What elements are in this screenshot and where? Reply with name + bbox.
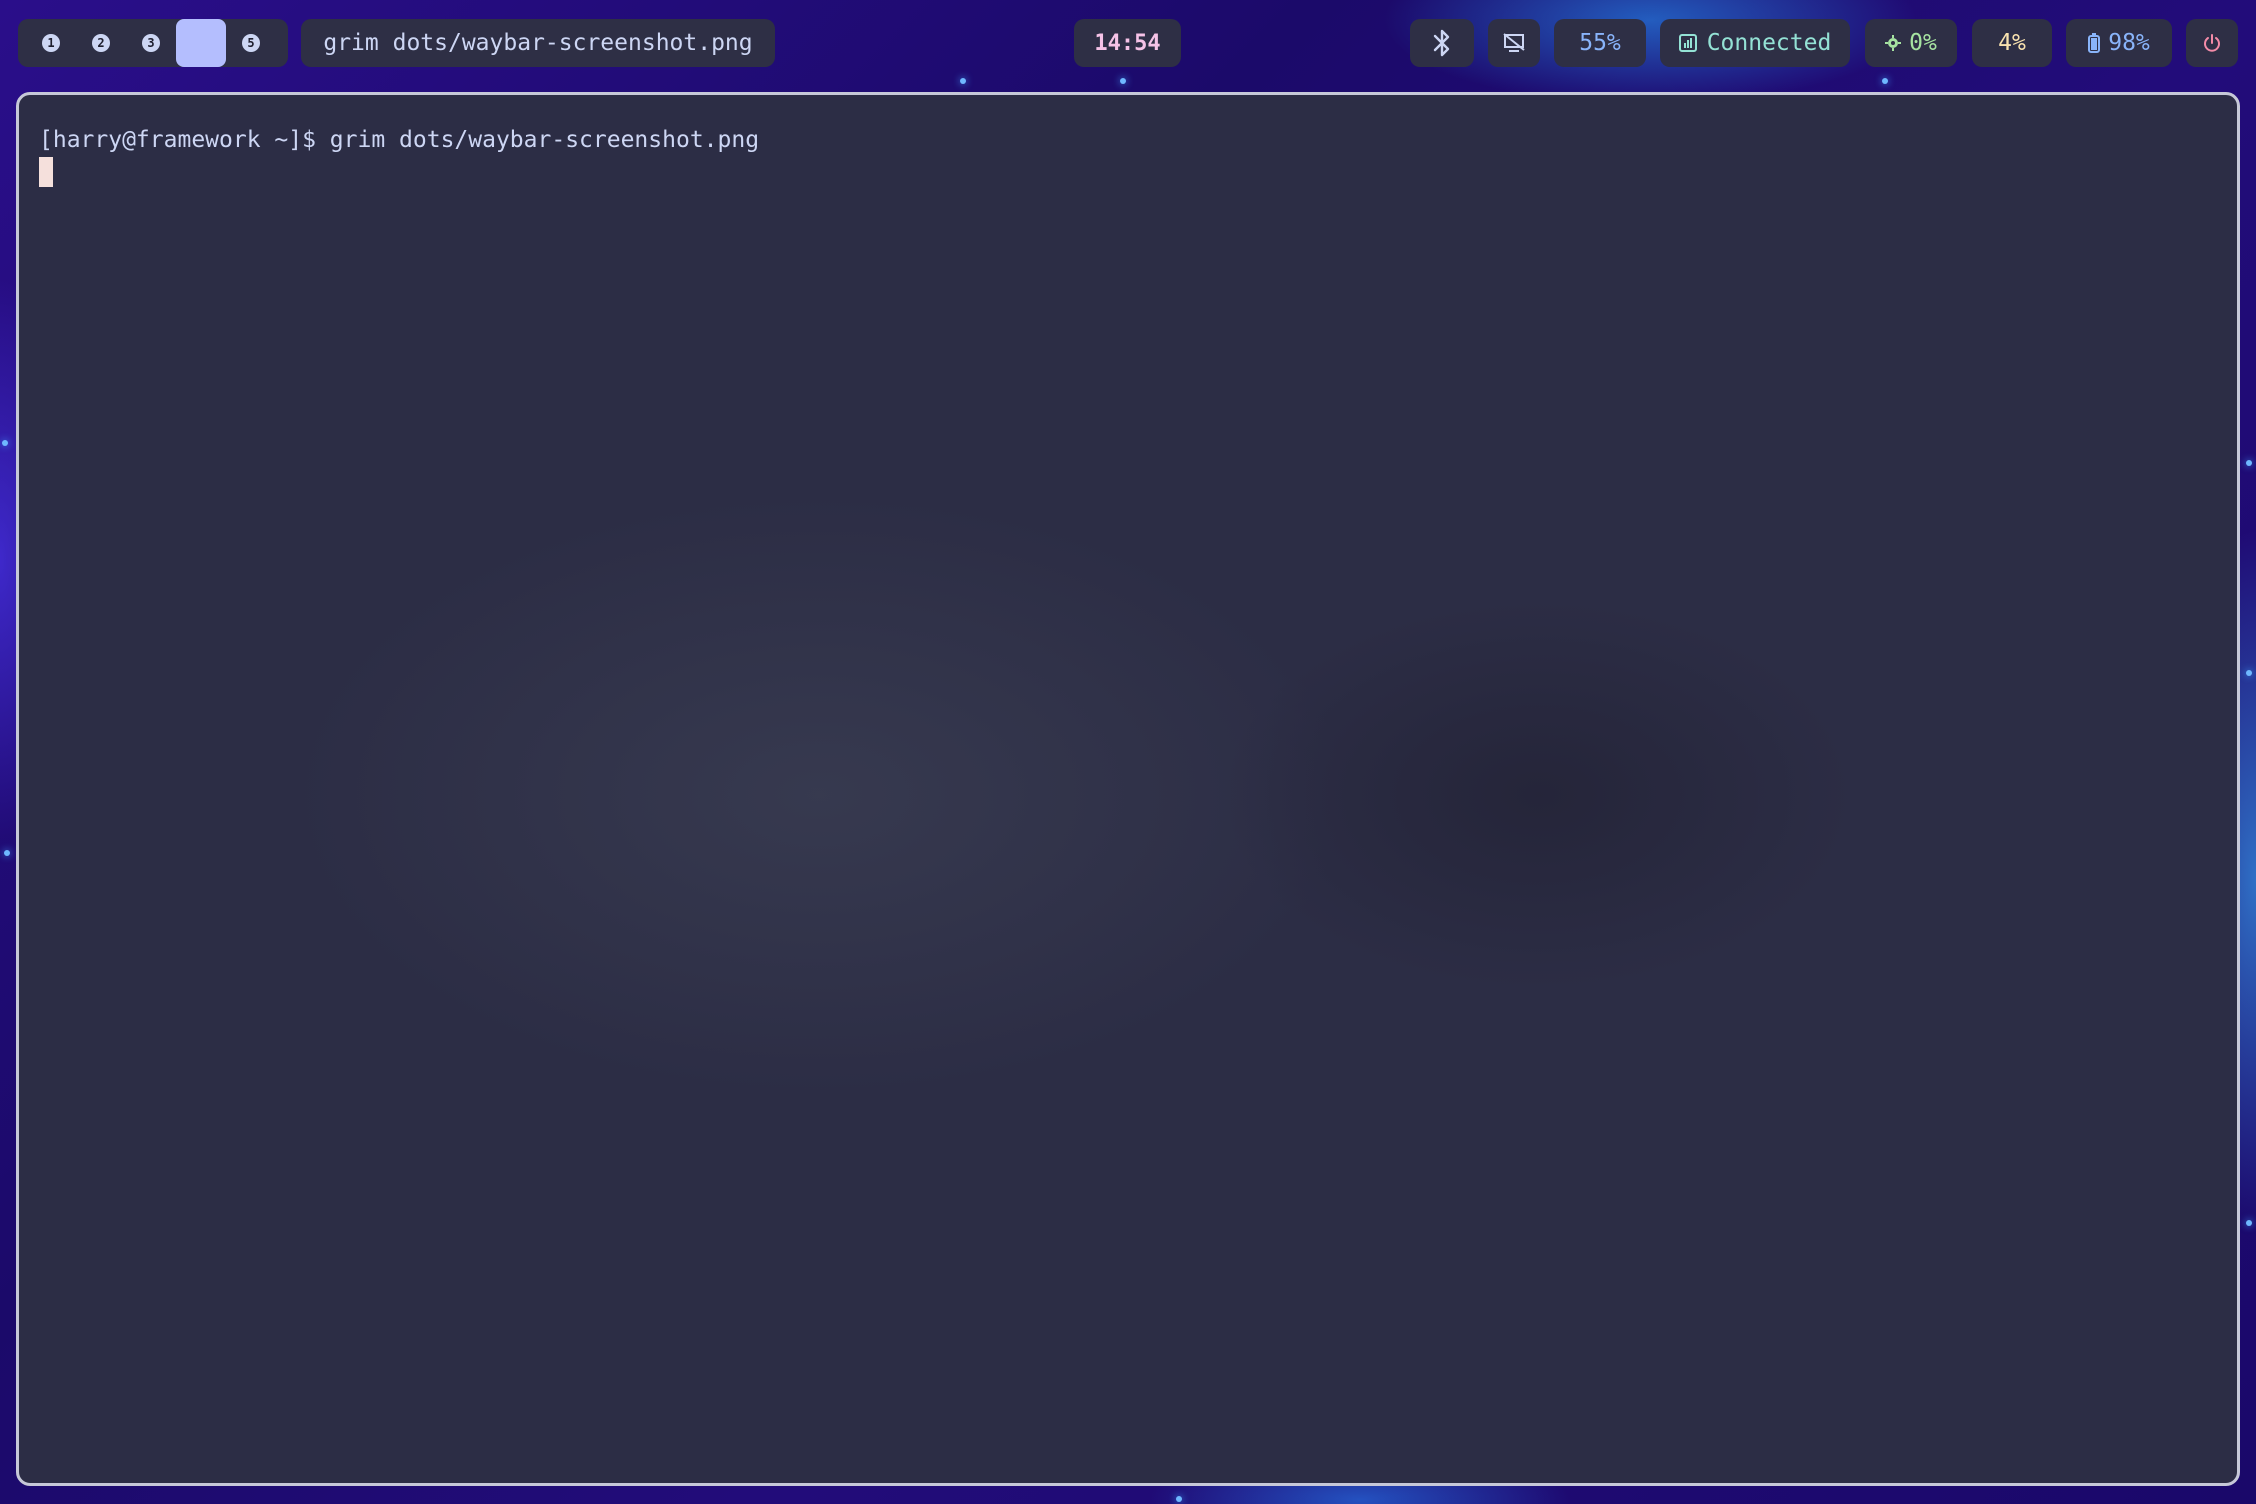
cpu-module[interactable]: 0% (1865, 19, 1957, 67)
wallpaper-star (1176, 1496, 1182, 1502)
bluetooth-icon (1431, 28, 1453, 58)
wallpaper-star (2, 440, 8, 446)
workspace-1-label: 1 (42, 34, 60, 52)
wallpaper-star (2246, 1220, 2252, 1226)
workspace-2-button[interactable]: 2 (76, 19, 126, 67)
cpu-value: 0% (1909, 30, 1937, 56)
workspace-switcher: 1 2 3 5 (18, 19, 288, 67)
volume-module[interactable]: 55% (1554, 19, 1646, 67)
bluetooth-module[interactable] (1410, 19, 1474, 67)
workspace-5-label: 5 (242, 34, 260, 52)
volume-value: 55% (1579, 30, 1621, 56)
terminal-window[interactable]: [harry@framework ~]$ grim dots/waybar-sc… (16, 92, 2240, 1486)
workspace-3-button[interactable]: 3 (126, 19, 176, 67)
battery-icon (2088, 33, 2101, 53)
active-window-title: grim dots/waybar-screenshot.png (301, 19, 775, 67)
network-icon (1678, 34, 1697, 52)
cpu-icon (1885, 35, 1902, 51)
power-button[interactable] (2186, 19, 2238, 67)
wallpaper-star (4, 850, 10, 856)
battery-value: 98% (2108, 30, 2150, 56)
battery-module[interactable]: 98% (2066, 19, 2172, 67)
wallpaper-star (2246, 460, 2252, 466)
workspace-2-label: 2 (92, 34, 110, 52)
clock[interactable]: 14:54 (1074, 19, 1181, 67)
memory-value: 4% (1998, 30, 2026, 56)
workspace-3-label: 3 (142, 34, 160, 52)
workspace-1-button[interactable]: 1 (26, 19, 76, 67)
wallpaper-star (2246, 670, 2252, 676)
terminal-cursor (39, 157, 53, 187)
terminal-command-line: [harry@framework ~]$ grim dots/waybar-sc… (39, 127, 760, 153)
network-module[interactable]: Connected (1660, 19, 1850, 67)
power-icon (2202, 33, 2222, 53)
network-status: Connected (1706, 30, 1832, 56)
memory-module[interactable]: 4% (1972, 19, 2052, 67)
display-off-icon (1503, 33, 1525, 53)
workspace-5-button[interactable]: 5 (226, 19, 276, 67)
workspace-4-button-active[interactable] (176, 19, 226, 67)
display-module[interactable] (1488, 19, 1540, 67)
top-bar: 1 2 3 5 grim dots/waybar-screenshot.png … (0, 0, 2256, 86)
